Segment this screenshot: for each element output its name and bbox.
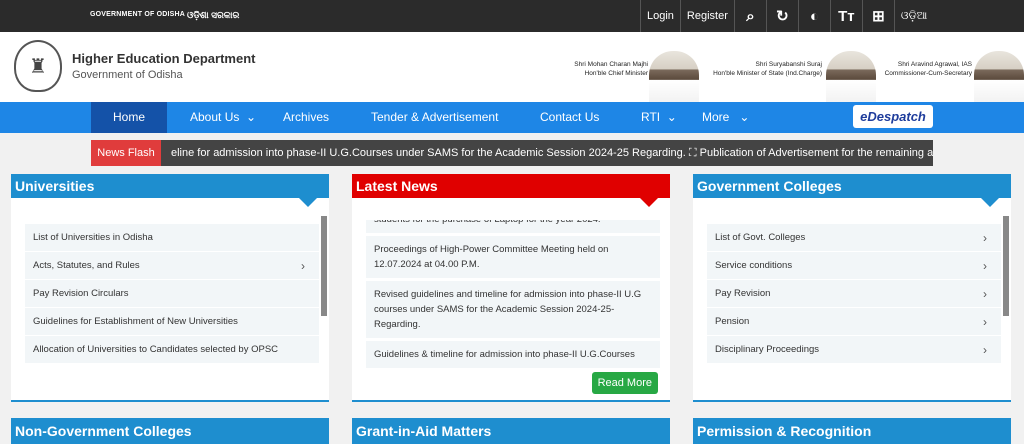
list-item[interactable]: Guidelines for Establishment of New Univ… [25,308,319,336]
card-title: Latest News [356,178,438,194]
list-item-label: Service conditions [715,260,793,271]
refresh-icon[interactable]: ↻ [765,0,798,32]
grant-in-aid-header[interactable]: Grant-in-Aid Matters [352,418,670,444]
chevron-right-icon: › [301,259,305,273]
list-item[interactable]: Disciplinary Proceedings › [707,336,1001,364]
news-item[interactable]: students for the purchase of Laptop for … [366,220,660,236]
card-header: Universities [11,174,329,207]
latest-news-card: Latest News students for the purchase of… [352,174,670,402]
card-list: List of Govt. Colleges › Service conditio… [707,224,1001,372]
person-name: Shri Aravind Agrawal, IAS [897,61,972,68]
list-item[interactable]: List of Universities in Odisha [25,224,319,252]
news-item[interactable]: Proceedings of High-Power Committee Meet… [366,236,660,281]
nav-label: RTI [641,110,661,124]
news-flash-marquee[interactable]: eline for admission into phase-II U.G.Co… [171,140,933,166]
card-header: Government Colleges [693,174,1011,207]
header-pointer [299,198,317,207]
list-item-label: Pay Revision [715,288,771,299]
list-item-label: Acts, Statutes, and Rules [33,260,140,271]
nav-label: More [702,110,730,124]
login-link[interactable]: Login [640,0,680,32]
chevron-right-icon: › [983,231,987,245]
language-link[interactable]: ଓଡ଼ିଆ [893,0,933,32]
chevron-right-icon: › [983,259,987,273]
person-role: Hon'ble Chief Minister [584,70,648,77]
list-item-label: Pension [715,316,750,327]
list-item[interactable]: Pay Revision › [707,280,1001,308]
department-title: Higher Education Department [72,51,256,66]
list-item[interactable]: Pay Revision Circulars [25,280,319,308]
nav-label: About Us [190,110,240,124]
permission-recognition-header[interactable]: Permission & Recognition [693,418,1011,444]
commissioner-photo [974,51,1024,103]
news-flash-label: News Flash [91,140,161,166]
nav-archives[interactable]: Archives [283,102,329,133]
site-header: ♜ Higher Education Department Government… [0,32,1024,103]
text-size-icon[interactable]: Tт [829,0,862,32]
nav-home[interactable]: Home [91,102,168,133]
card-title: Government Colleges [697,178,842,194]
person-minister: Shri Suryabanshi Suraj Hon'ble Minister … [700,60,822,78]
nav-about-us[interactable]: About Us ⌄ [190,102,256,133]
card-divider [352,400,670,402]
chevron-right-icon: › [983,343,987,357]
news-item[interactable]: Guidelines & timeline for admission into… [366,341,660,370]
odisha-emblem-icon: ♜ [14,40,62,92]
card-divider [11,400,329,402]
card-title: Universities [15,178,95,194]
top-bar: GOVERNMENT OF ODISHA ଓଡ଼ିଶା ସରକାର Login … [0,0,1024,32]
card-divider [693,400,1011,402]
nav-more[interactable]: More ⌄ [702,102,749,133]
list-item[interactable]: Pension › [707,308,1001,336]
sitemap-icon[interactable]: ⊞ [861,0,894,32]
government-label: GOVERNMENT OF ODISHA [90,11,186,18]
person-name: Shri Mohan Charan Majhi [574,61,648,68]
search-icon[interactable]: ⌕ [733,0,766,32]
government-colleges-card: Government Colleges List of Govt. Colleg… [693,174,1011,402]
person-role: Commissioner-Cum-Secretary [884,70,972,77]
nav-tender[interactable]: Tender & Advertisement [371,102,498,133]
chevron-right-icon: › [983,287,987,301]
scrollbar[interactable] [321,216,327,316]
list-item[interactable]: Acts, Statutes, and Rules › [25,252,319,280]
universities-card: Universities List of Universities in Odi… [11,174,329,402]
edespatch-button[interactable]: eDespatch [853,105,933,128]
list-item-label: Disciplinary Proceedings [715,344,820,355]
list-item[interactable]: Allocation of Universities to Candidates… [25,336,319,364]
card-list: List of Universities in Odisha Acts, Sta… [25,224,319,372]
scrollbar[interactable] [1003,216,1009,316]
register-link[interactable]: Register [679,0,734,32]
news-flash-bar: News Flash eline for admission into phas… [91,140,933,166]
header-pointer [981,198,999,207]
chevron-down-icon: ⌄ [663,110,677,124]
news-list: students for the purchase of Laptop for … [366,220,660,370]
person-role: Hon'ble Minister of State (Ind.Charge) [713,70,822,77]
list-item-label: List of Govt. Colleges [715,232,806,243]
nav-rti[interactable]: RTI ⌄ [641,102,677,133]
person-name: Shri Suryabanshi Suraj [755,61,822,68]
read-more-button[interactable]: Read More [591,372,658,394]
person-commissioner: Shri Aravind Agrawal, IAS Commissioner-C… [862,60,972,78]
government-subtitle: Government of Odisha [72,69,183,81]
chief-minister-photo [649,51,699,103]
chevron-right-icon: › [983,315,987,329]
non-government-colleges-header[interactable]: Non-Government Colleges [11,418,329,444]
news-item[interactable]: Revised guidelines and timeline for admi… [366,281,660,341]
card-header: Latest News [352,174,670,207]
chevron-down-icon: ⌄ [732,110,750,124]
government-odia-label: ଓଡ଼ିଶା ସରକାର [187,10,240,20]
list-item[interactable]: Service conditions › [707,252,1001,280]
list-item[interactable]: List of Govt. Colleges › [707,224,1001,252]
nav-contact[interactable]: Contact Us [540,102,599,133]
person-chief-minister: Shri Mohan Charan Majhi Hon'ble Chief Mi… [540,60,648,78]
contrast-icon[interactable]: ◐ [797,0,830,32]
chevron-down-icon: ⌄ [242,110,257,124]
header-pointer [640,198,658,207]
